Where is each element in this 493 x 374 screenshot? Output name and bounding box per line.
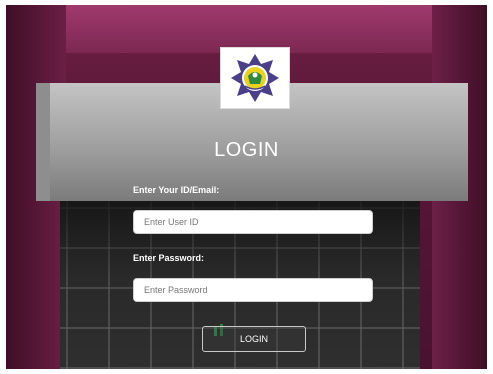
logo	[220, 47, 290, 109]
login-button[interactable]: LOGIN	[202, 326, 306, 352]
emblem-logo-icon	[231, 54, 279, 102]
password-input[interactable]	[133, 278, 373, 302]
page-title: LOGIN	[214, 139, 279, 161]
background-wall-top	[6, 5, 487, 53]
login-screen: LOGIN Enter Your ID/Email: Enter Passwor…	[6, 5, 487, 369]
password-label: Enter Password:	[133, 253, 205, 263]
id-email-label: Enter Your ID/Email:	[133, 185, 220, 195]
user-id-input[interactable]	[133, 210, 373, 234]
